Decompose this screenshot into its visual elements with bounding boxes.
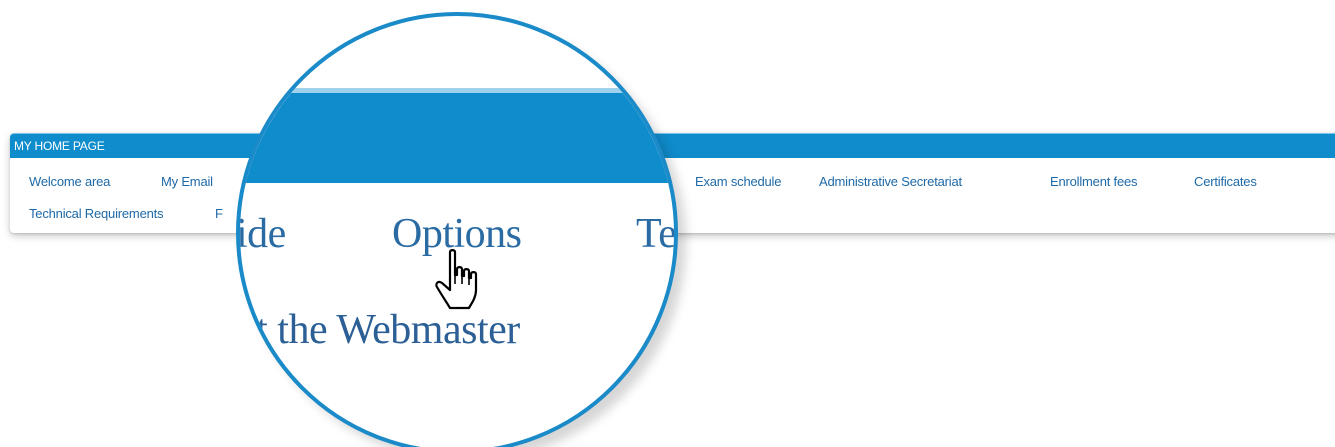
magnifier-contact-webmaster[interactable]: ct the Webmaster bbox=[240, 306, 520, 354]
nav-link-administrative-secretariat[interactable]: Administrative Secretariat bbox=[819, 174, 962, 189]
nav-link-technical-requirements[interactable]: Technical Requirements bbox=[29, 206, 164, 221]
nav-link-my-email[interactable]: My Email bbox=[161, 174, 213, 189]
nav-link-certificates[interactable]: Certificates bbox=[1194, 174, 1257, 189]
nav-link-partial[interactable]: F bbox=[215, 206, 223, 221]
nav-link-enrollment-fees[interactable]: Enrollment fees bbox=[1050, 174, 1138, 189]
magnifier-word-te: Te bbox=[636, 211, 677, 257]
magnifier-word-ide: ide bbox=[236, 211, 286, 257]
page: MY HOME PAGE Welcome area My Email Exam … bbox=[0, 0, 1335, 447]
nav-link-welcome-area[interactable]: Welcome area bbox=[29, 174, 110, 189]
magnifier-header-bar bbox=[240, 93, 674, 183]
nav-link-exam-schedule[interactable]: Exam schedule bbox=[695, 174, 781, 189]
hand-pointer-icon bbox=[435, 249, 478, 310]
magnifier-lens: ide Options Te ct the Webmaster bbox=[236, 12, 678, 447]
